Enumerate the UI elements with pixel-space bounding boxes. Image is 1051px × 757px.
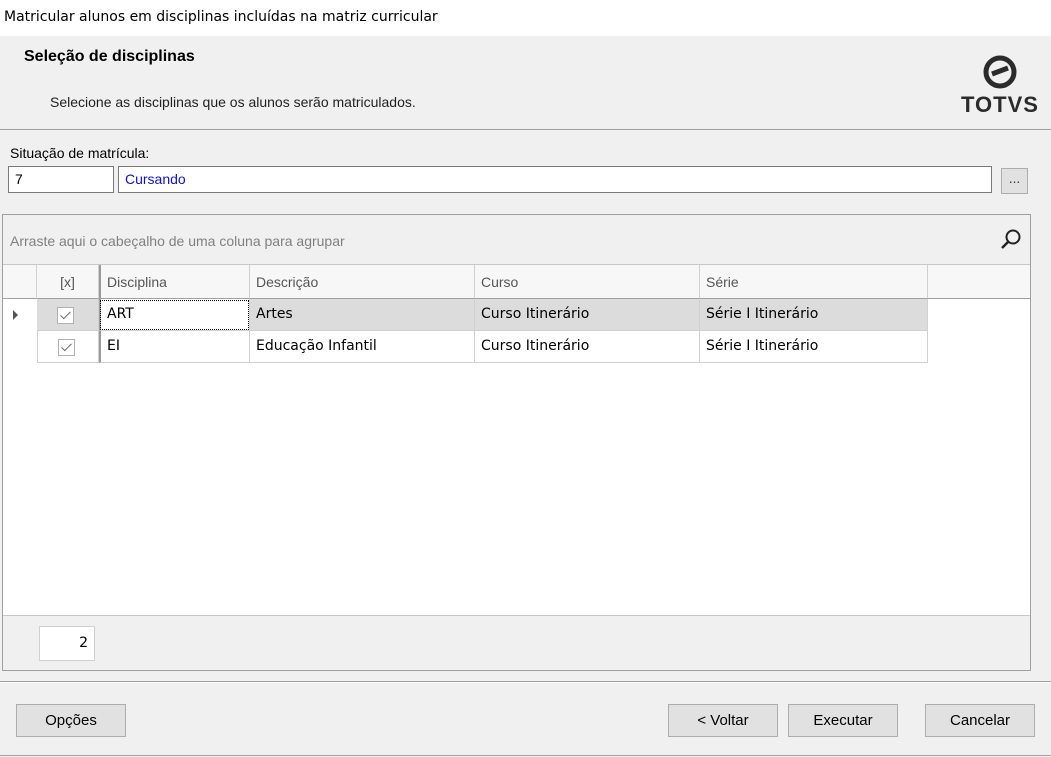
- row-indicator-cell: [3, 299, 37, 331]
- group-by-hint: Arraste aqui o cabeçalho de uma coluna p…: [10, 233, 345, 249]
- cell-serie[interactable]: Série I Itinerário: [700, 299, 928, 331]
- column-header-filler: [928, 265, 1030, 299]
- row-checkbox-cell[interactable]: [37, 299, 99, 331]
- search-icon[interactable]: [998, 227, 1024, 253]
- options-button[interactable]: Opções: [16, 704, 126, 737]
- cell-disciplina[interactable]: ART: [99, 299, 250, 331]
- back-button[interactable]: < Voltar: [668, 704, 778, 737]
- column-header-curso[interactable]: Curso: [475, 265, 700, 299]
- wizard-header: Seleção de disciplinas Selecione as disc…: [0, 36, 1051, 130]
- cell-curso[interactable]: Curso Itinerário: [475, 299, 700, 331]
- row-indicator-icon: [13, 310, 18, 320]
- checkbox-checked-icon[interactable]: [57, 307, 74, 324]
- window-title: Matricular alunos em disciplinas incluíd…: [4, 9, 438, 25]
- row-checkbox-cell[interactable]: [37, 331, 99, 363]
- record-count: 2: [39, 626, 95, 661]
- disciplinas-grid[interactable]: Arraste aqui o cabeçalho de uma coluna p…: [2, 214, 1031, 671]
- totvs-logo: TOTVS: [958, 54, 1042, 126]
- bottom-divider: [0, 755, 1051, 756]
- logo-text: TOTVS: [961, 92, 1039, 117]
- step-subtitle: Selecione as disciplinas que os alunos s…: [50, 94, 416, 110]
- situacao-label: Situação de matrícula:: [10, 145, 150, 161]
- cell-disciplina[interactable]: EI: [99, 331, 250, 363]
- checkbox-checked-icon[interactable]: [58, 339, 75, 356]
- cancel-button[interactable]: Cancelar: [925, 704, 1035, 737]
- column-header-disciplina[interactable]: Disciplina: [99, 265, 250, 299]
- row-indicator-cell: [3, 331, 37, 363]
- step-title: Seleção de disciplinas: [24, 48, 195, 65]
- column-header-indicator: [3, 265, 37, 299]
- cell-descricao[interactable]: Educação Infantil: [250, 331, 475, 363]
- column-header-descricao[interactable]: Descrição: [250, 265, 475, 299]
- situacao-lookup-button[interactable]: ...: [1001, 168, 1028, 194]
- group-by-panel[interactable]: Arraste aqui o cabeçalho de uma coluna p…: [3, 215, 1030, 265]
- cell-serie[interactable]: Série I Itinerário: [700, 331, 928, 363]
- execute-button[interactable]: Executar: [788, 704, 898, 737]
- totvs-logo-icon: [983, 55, 1017, 89]
- cell-curso[interactable]: Curso Itinerário: [475, 331, 700, 363]
- divider-highlight: [0, 682, 1051, 683]
- situacao-code-input[interactable]: 7: [8, 166, 114, 193]
- grid-footer: 2: [3, 615, 1030, 670]
- window-titlebar: Matricular alunos em disciplinas incluíd…: [0, 0, 1051, 36]
- column-header-serie[interactable]: Série: [700, 265, 928, 299]
- situacao-description-field[interactable]: Cursando: [118, 166, 992, 193]
- cell-descricao[interactable]: Artes: [250, 299, 475, 331]
- column-header-select[interactable]: [x]: [37, 265, 99, 299]
